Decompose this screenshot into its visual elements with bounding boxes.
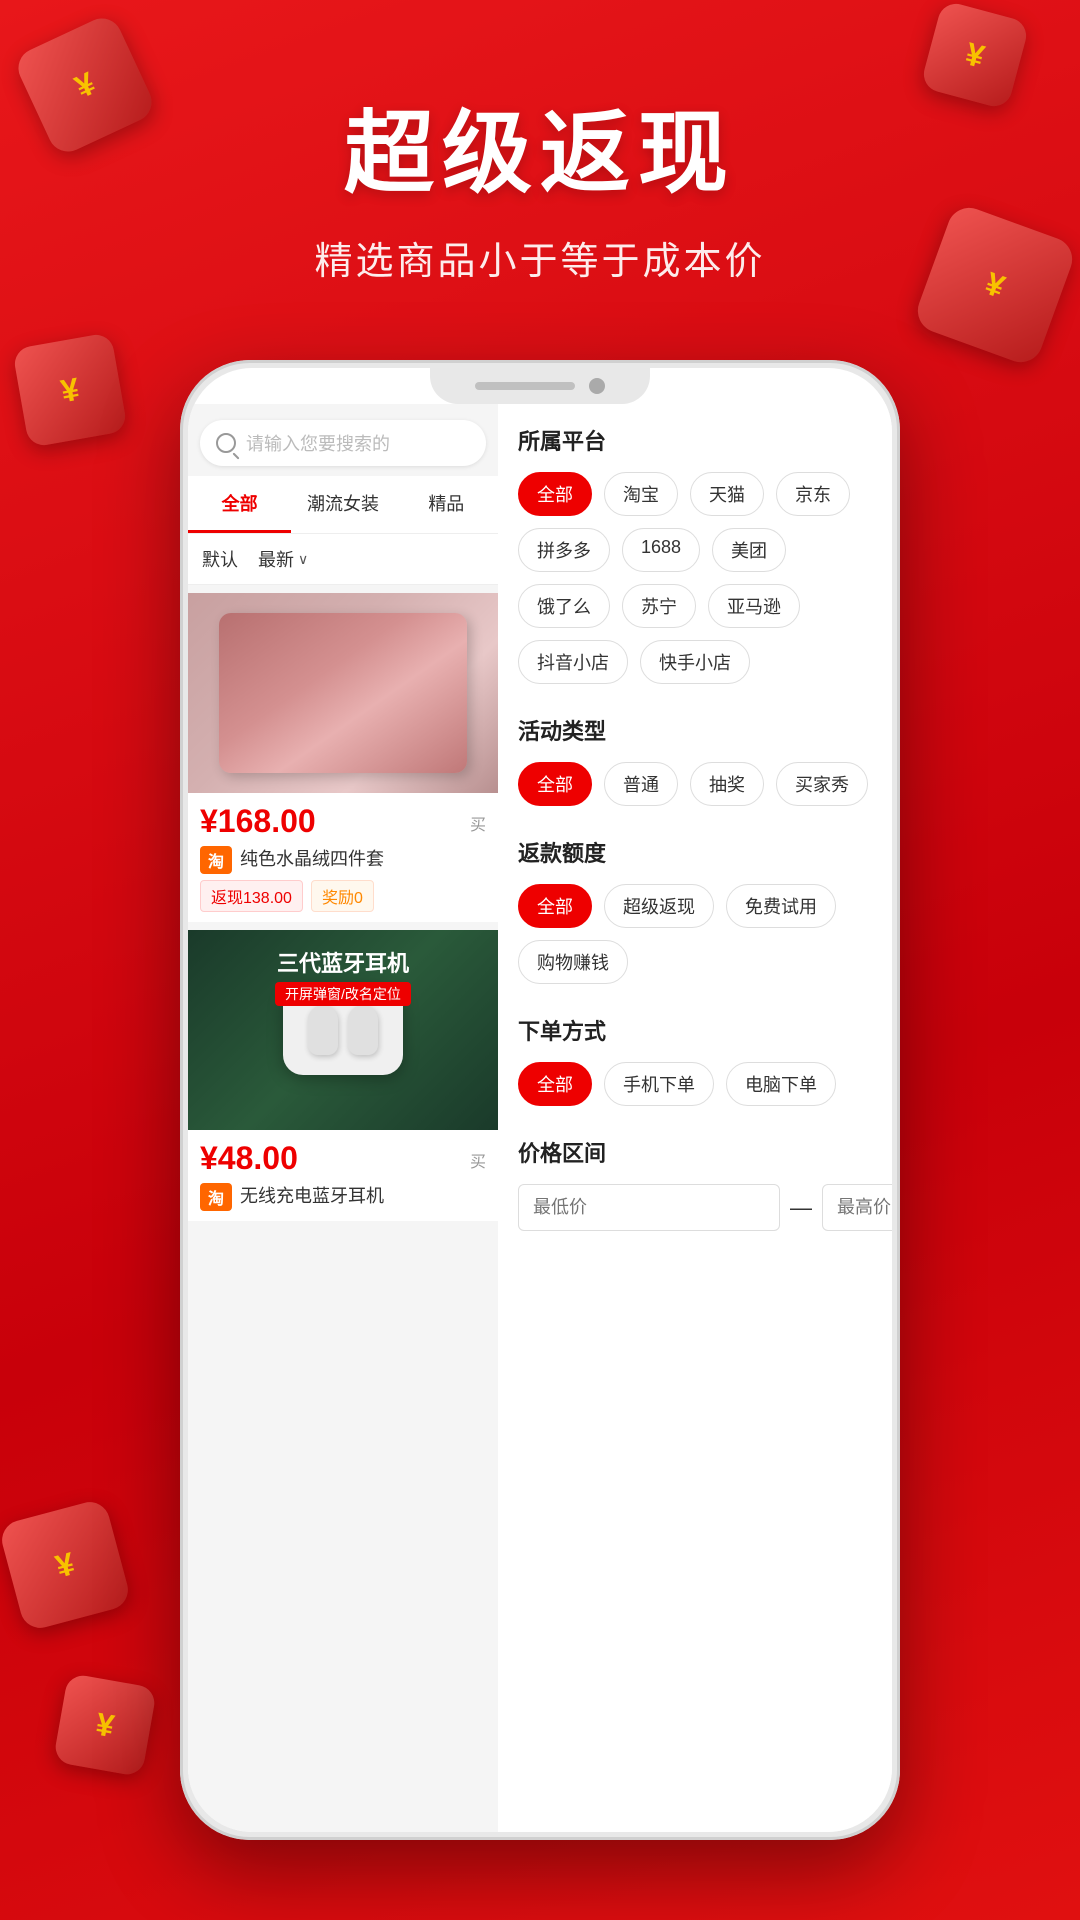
filter-activity-tags: 全部 普通 抽奖 买家秀 — [518, 762, 872, 806]
right-panel: 所属平台 全部 淘宝 天猫 京东 拼多多 1688 美团 饿了么 苏宁 亚马逊 … — [498, 404, 892, 1832]
order-all[interactable]: 全部 — [518, 1062, 592, 1106]
phone-notch — [430, 368, 650, 404]
sort-latest[interactable]: 最新 ∨ — [258, 546, 308, 572]
product-image-bedding — [188, 593, 498, 793]
order-mobile[interactable]: 手机下单 — [604, 1062, 714, 1106]
tab-all[interactable]: 全部 — [188, 476, 291, 533]
earbud-right — [348, 1005, 378, 1055]
platform-eleme[interactable]: 饿了么 — [518, 584, 610, 628]
product-name-bedding: 纯色水晶绒四件套 — [240, 848, 486, 871]
platform-taobao[interactable]: 淘宝 — [604, 472, 678, 516]
platform-tag-taobao: 淘 — [200, 846, 232, 874]
filter-price-section: 价格区间 — — [518, 1136, 872, 1231]
order-pc[interactable]: 电脑下单 — [726, 1062, 836, 1106]
cashback-all[interactable]: 全部 — [518, 884, 592, 928]
bedding-visual — [219, 613, 467, 773]
product-info-earbuds: ¥48.00 买 淘 无线充电蓝牙耳机 — [188, 1130, 498, 1221]
filter-order-section: 下单方式 全部 手机下单 电脑下单 — [518, 1014, 872, 1106]
search-icon — [216, 433, 236, 453]
product-tags-bedding: 淘 纯色水晶绒四件套 — [200, 846, 486, 874]
activity-buyer-show[interactable]: 买家秀 — [776, 762, 868, 806]
decoration-6: ¥ — [53, 1673, 157, 1777]
platform-tianmao[interactable]: 天猫 — [690, 472, 764, 516]
filter-price-title: 价格区间 — [518, 1136, 872, 1168]
reward-tag: 奖励0 — [311, 880, 374, 912]
product-image-earbuds: 三代蓝牙耳机 开屏弹窗/改名定位 — [188, 930, 498, 1130]
platform-1688[interactable]: 1688 — [622, 528, 700, 572]
filter-order-tags: 全部 手机下单 电脑下单 — [518, 1062, 872, 1106]
price-max-input[interactable] — [822, 1184, 892, 1231]
filter-activity-section: 活动类型 全部 普通 抽奖 买家秀 — [518, 714, 872, 806]
notch-bar — [475, 382, 575, 390]
product-name-earbuds: 无线充电蓝牙耳机 — [240, 1185, 486, 1208]
product-price-bedding: ¥168.00 — [200, 803, 316, 839]
product-cashback-tags: 返现138.00 奖励0 — [200, 880, 486, 912]
hero-title: 超级返现 — [0, 80, 1080, 210]
filter-platform-section: 所属平台 全部 淘宝 天猫 京东 拼多多 1688 美团 饿了么 苏宁 亚马逊 … — [518, 424, 872, 684]
bedding-image — [188, 593, 498, 793]
sort-default[interactable]: 默认 — [202, 546, 238, 572]
hero-section: 超级返现 精选商品小于等于成本价 — [0, 80, 1080, 285]
platform-pinduoduo[interactable]: 拼多多 — [518, 528, 610, 572]
platform-kuaishou[interactable]: 快手小店 — [640, 640, 750, 684]
tab-premium[interactable]: 精品 — [395, 476, 498, 533]
product-tags-earbuds: 淘 无线充电蓝牙耳机 — [200, 1183, 486, 1211]
left-panel: 请输入您要搜索的 全部 潮流女装 精品 默认 最新 ∨ — [188, 404, 498, 1832]
platform-jingdong[interactable]: 京东 — [776, 472, 850, 516]
platform-douyin[interactable]: 抖音小店 — [518, 640, 628, 684]
product-buy-bedding[interactable]: 买 — [470, 811, 486, 835]
cashback-tag: 返现138.00 — [200, 880, 303, 912]
platform-amazon[interactable]: 亚马逊 — [708, 584, 800, 628]
platform-suning[interactable]: 苏宁 — [622, 584, 696, 628]
phone-inner: 请输入您要搜索的 全部 潮流女装 精品 默认 最新 ∨ — [188, 368, 892, 1832]
price-min-input[interactable] — [518, 1184, 780, 1231]
product-card-bedding[interactable]: ¥168.00 买 淘 纯色水晶绒四件套 返现138.00 奖励0 — [188, 593, 498, 922]
phone-mockup: 请输入您要搜索的 全部 潮流女装 精品 默认 最新 ∨ — [180, 360, 900, 1840]
search-placeholder[interactable]: 请输入您要搜索的 — [246, 430, 470, 456]
product-buy-earbuds[interactable]: 买 — [470, 1148, 486, 1172]
decoration-4: ¥ — [12, 332, 128, 448]
product-price-earbuds: ¥48.00 — [200, 1140, 298, 1176]
platform-all[interactable]: 全部 — [518, 472, 592, 516]
price-separator: — — [780, 1195, 822, 1221]
yen-icon-5: ¥ — [52, 1545, 79, 1585]
activity-lottery[interactable]: 抽奖 — [690, 762, 764, 806]
earbuds-banner-sub: 开屏弹窗/改名定位 — [275, 982, 411, 1006]
platform-tag-taobao-earbuds: 淘 — [200, 1183, 232, 1211]
product-card-earbuds[interactable]: 三代蓝牙耳机 开屏弹窗/改名定位 ¥48.00 买 — [188, 930, 498, 1221]
screen-content: 请输入您要搜索的 全部 潮流女装 精品 默认 最新 ∨ — [188, 404, 892, 1832]
filter-cashback-title: 返款额度 — [518, 836, 872, 868]
sort-row: 默认 最新 ∨ — [188, 534, 498, 585]
product-info-bedding: ¥168.00 买 淘 纯色水晶绒四件套 返现138.00 奖励0 — [188, 793, 498, 922]
sort-arrow-icon: ∨ — [298, 551, 308, 568]
filter-platform-tags: 全部 淘宝 天猫 京东 拼多多 1688 美团 饿了么 苏宁 亚马逊 抖音小店 … — [518, 472, 872, 684]
category-tabs: 全部 潮流女装 精品 — [188, 476, 498, 534]
filter-cashback-tags: 全部 超级返现 免费试用 购物赚钱 — [518, 884, 872, 984]
earbuds-banner: 三代蓝牙耳机 开屏弹窗/改名定位 — [188, 946, 498, 1006]
earbuds-image: 三代蓝牙耳机 开屏弹窗/改名定位 — [188, 930, 498, 1130]
cashback-earn[interactable]: 购物赚钱 — [518, 940, 628, 984]
hero-subtitle: 精选商品小于等于成本价 — [0, 230, 1080, 285]
filter-platform-title: 所属平台 — [518, 424, 872, 456]
activity-all[interactable]: 全部 — [518, 762, 592, 806]
filter-cashback-section: 返款额度 全部 超级返现 免费试用 购物赚钱 — [518, 836, 872, 984]
cashback-free-trial[interactable]: 免费试用 — [726, 884, 836, 928]
price-range: — — [518, 1184, 872, 1231]
filter-order-title: 下单方式 — [518, 1014, 872, 1046]
earbud-left — [308, 1005, 338, 1055]
search-bar[interactable]: 请输入您要搜索的 — [200, 420, 486, 466]
yen-icon-2: ¥ — [962, 35, 989, 75]
tab-fashion[interactable]: 潮流女装 — [291, 476, 394, 533]
platform-meituan[interactable]: 美团 — [712, 528, 786, 572]
earbuds-banner-title: 三代蓝牙耳机 — [188, 946, 498, 978]
yen-icon-6: ¥ — [93, 1705, 117, 1745]
decoration-5: ¥ — [0, 1498, 132, 1633]
notch-camera — [589, 378, 605, 394]
filter-activity-title: 活动类型 — [518, 714, 872, 746]
cashback-super[interactable]: 超级返现 — [604, 884, 714, 928]
yen-icon-4: ¥ — [58, 370, 82, 410]
activity-normal[interactable]: 普通 — [604, 762, 678, 806]
